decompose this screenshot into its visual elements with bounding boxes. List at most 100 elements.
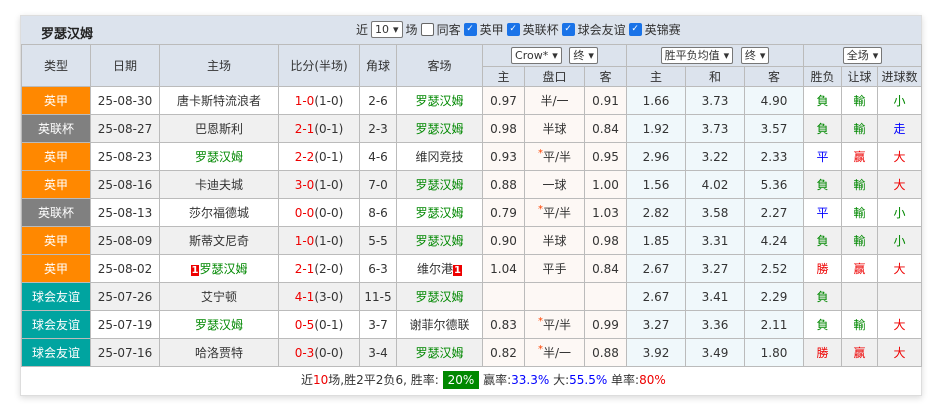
league-cell[interactable]: 英甲 [21,142,91,171]
away-cell[interactable]: 罗瑟汉姆 [396,282,483,311]
filter-checkbox-3[interactable]: ✓ [628,23,642,36]
score-cell[interactable]: 4-1(3-0) [278,282,360,311]
score-cell[interactable]: 1-0(1-0) [278,86,360,115]
score-cell[interactable]: 1-0(1-0) [278,226,360,255]
match-count-select[interactable]: 10 ▾ [371,21,403,38]
result: 平 [816,150,829,164]
league-cell[interactable]: 英联杯 [21,198,91,227]
league-name: 球会友谊 [31,318,80,332]
handicap-header: Crow* ▾ 终 ▾ [481,44,628,67]
odds-type-select[interactable]: 胜平负均值 ▾ [660,47,734,64]
filter-label: 球会友谊 [577,23,626,37]
odds-value: 0.99 [592,317,619,332]
league-name: 英甲 [43,94,68,108]
away-cell[interactable]: 罗瑟汉姆 [396,198,483,227]
away-cell[interactable]: 罗瑟汉姆 [396,86,483,115]
league-cell[interactable]: 英甲 [21,170,91,199]
odds-value: 2.52 [760,261,788,276]
score-cell[interactable]: 0-3(0-0) [278,338,360,367]
home-cell[interactable]: 巴恩斯利 [159,114,279,143]
home-cell[interactable]: 唐卡斯特流浪者 [159,86,279,115]
odds-value: 3.73 [701,121,729,136]
table-row: 英联杯 25-08-13 莎尔福德城 0-0(0-0) 8-6 罗瑟汉姆 0.79 *平/半 1… [21,198,923,227]
match-date: 25-08-02 [97,261,153,276]
company-select[interactable]: Crow* ▾ [511,47,562,64]
away-cell[interactable]: 罗瑟汉姆 [396,170,483,199]
league-cell[interactable]: 英甲 [21,226,91,255]
home-cell[interactable]: 卡迪夫城 [159,170,279,199]
win-odds: 2.67 [626,254,687,283]
half-time-score: (0-1) [314,121,344,136]
half-time-score: (0-1) [314,317,344,332]
filter-checkbox-1[interactable]: ✓ [506,23,520,36]
handicap-away-odds: 0.95 [583,142,628,171]
handicap-result: 輸 [853,94,866,108]
filter-checkbox-0[interactable]: ✓ [463,23,477,36]
home-cell[interactable]: 罗瑟汉姆 [159,310,279,339]
away-cell[interactable]: 罗瑟汉姆 [396,338,483,367]
half-time-score: (0-0) [314,205,344,220]
handicap-away-odds: 0.99 [583,310,628,339]
away-team: 谢菲尔德联 [409,318,470,332]
date-cell: 25-08-16 [90,170,160,199]
home-cell[interactable]: 哈洛贾特 [159,338,279,367]
match-date: 25-08-27 [97,121,153,136]
odds-value: 1.85 [642,233,670,248]
handicap-result: 輸 [853,178,866,192]
league-cell[interactable]: 英甲 [21,254,91,283]
away-team: 罗瑟汉姆 [415,346,464,360]
league-cell[interactable]: 球会友谊 [21,338,91,367]
score-cell[interactable]: 2-1(2-0) [278,254,360,283]
summary-losses: 6 [395,373,404,387]
date-cell: 25-07-26 [90,282,160,311]
league-cell[interactable]: 球会友谊 [21,282,91,311]
scope-select[interactable]: 全场 ▾ [842,47,883,64]
away-cell[interactable]: 罗瑟汉姆 [396,114,483,143]
away-cell[interactable]: 罗瑟汉姆 [396,226,483,255]
full-time-score: 3-0 [294,177,315,192]
loss-odds: 4.24 [744,226,805,255]
score-cell[interactable]: 0-5(0-1) [278,310,360,339]
win-odds: 1.56 [626,170,687,199]
half-time-score: (3-0) [314,289,344,304]
win-odds: 3.27 [626,310,687,339]
result-cell: 負 [803,282,843,311]
summary-text: 单率: [607,373,640,387]
filter-checkbox-2[interactable]: ✓ [561,23,575,36]
away-cell[interactable]: 维尔港1 [396,254,483,283]
score-cell[interactable]: 2-2(0-1) [278,142,360,171]
odds-value: 0.91 [592,93,619,108]
handicap-line: *平/半 [524,310,585,339]
score-cell[interactable]: 0-0(0-0) [278,198,360,227]
col-type: 类型 [21,44,91,87]
goals-result-cell: 走 [877,114,923,143]
same-away-checkbox[interactable] [420,23,434,36]
goals-result-cell: 大 [877,338,923,367]
away-cell[interactable]: 维冈竞技 [396,142,483,171]
home-cell[interactable]: 斯蒂文尼奇 [159,226,279,255]
corner-cell: 11-5 [359,282,397,311]
away-cell[interactable]: 谢菲尔德联 [396,310,483,339]
home-cell[interactable]: 艾宁顿 [159,282,279,311]
goals-result-cell: 大 [877,170,923,199]
handicap-final-select[interactable]: 终 ▾ [569,47,598,64]
league-cell[interactable]: 英联杯 [21,114,91,143]
odds-value: 0.90 [490,233,517,248]
away-team: 罗瑟汉姆 [415,290,464,304]
sub-header: 客 [583,66,628,87]
table-row: 球会友谊 25-07-16 哈洛贾特 0-3(0-0) 3-4 罗瑟汉姆 0.82 *半/一 0… [21,338,923,367]
goals-result-cell: 小 [877,86,923,115]
result: 負 [816,318,829,332]
result-cell: 平 [803,198,843,227]
odds-final-select[interactable]: 终 ▾ [740,47,770,64]
odds-value: 0.83 [490,317,517,332]
home-cell[interactable]: 莎尔福德城 [159,198,279,227]
home-cell[interactable]: 1罗瑟汉姆 [159,254,279,283]
handicap-home-odds: 0.82 [482,338,525,367]
score-cell[interactable]: 3-0(1-0) [278,170,360,199]
score-cell[interactable]: 2-1(0-1) [278,114,360,143]
home-cell[interactable]: 罗瑟汉姆 [159,142,279,171]
summary-text: 负 [383,373,396,387]
league-cell[interactable]: 球会友谊 [21,310,91,339]
league-cell[interactable]: 英甲 [21,86,91,115]
